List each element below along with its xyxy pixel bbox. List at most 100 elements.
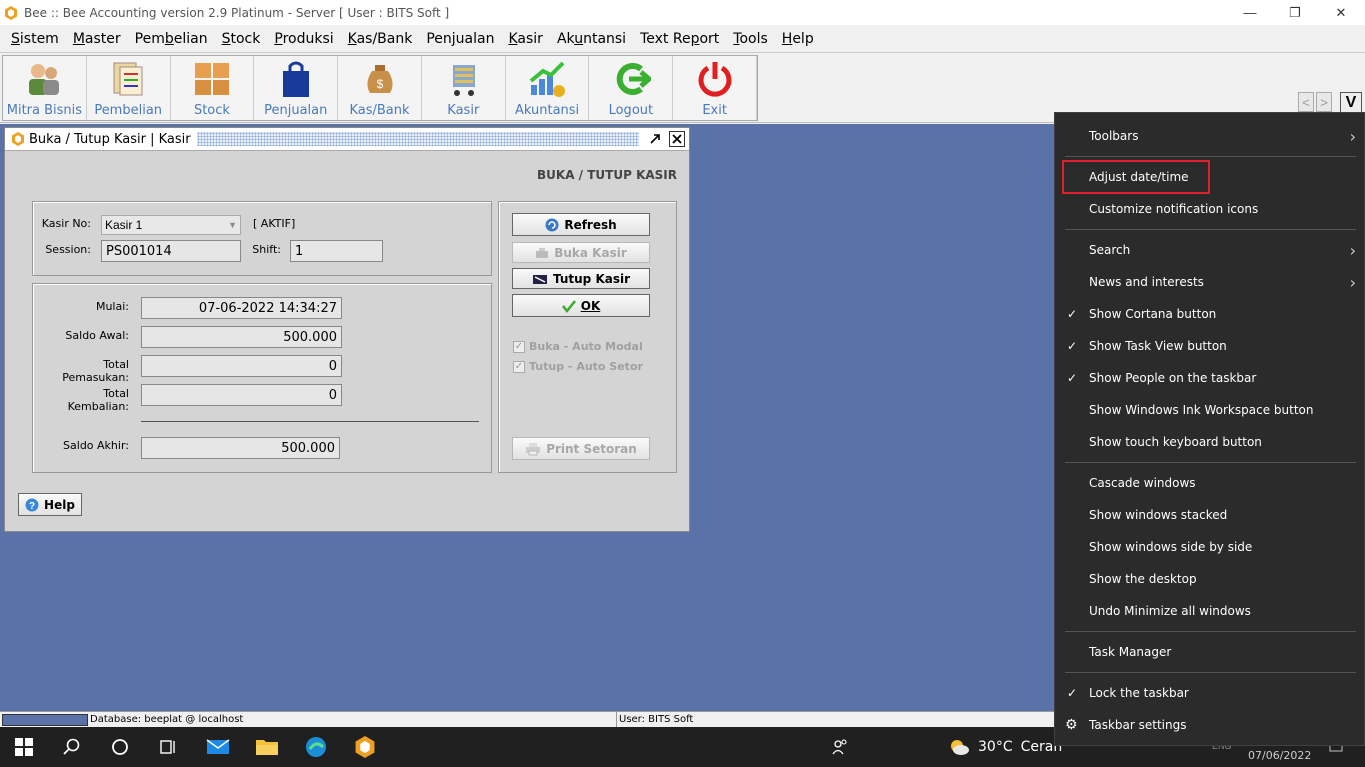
menu-item-8[interactable]: Akuntansi bbox=[550, 31, 633, 47]
menu-item-4[interactable]: Produksi bbox=[267, 31, 340, 47]
toolbar-button-mitra-bisnis[interactable]: Mitra Bisnis bbox=[3, 56, 87, 120]
context-item-show-windows-stacked[interactable]: Show windows stacked bbox=[1055, 499, 1365, 531]
context-item-task-manager[interactable]: Task Manager bbox=[1055, 636, 1365, 668]
total-pemasukan-field[interactable]: 0 bbox=[141, 355, 342, 377]
total-kembalian-field[interactable]: 0 bbox=[141, 384, 342, 406]
toolbar-button-pembelian[interactable]: Pembelian bbox=[87, 56, 171, 120]
menu-item-1[interactable]: Master bbox=[66, 31, 128, 47]
menu-item-0[interactable]: Sistem bbox=[4, 31, 66, 47]
chevron-right-icon: › bbox=[1349, 240, 1356, 260]
context-item-cascade-windows[interactable]: Cascade windows bbox=[1055, 467, 1365, 499]
tutup-kasir-button[interactable]: Tutup Kasir bbox=[512, 268, 650, 289]
total-pemasukan-label: Total Pemasukan: bbox=[62, 358, 129, 384]
saldo-akhir-field[interactable]: 500.000 bbox=[141, 437, 340, 459]
restore-button[interactable]: ❐ bbox=[1272, 0, 1318, 25]
menu-item-11[interactable]: Help bbox=[775, 31, 821, 47]
menu-item-text: tock bbox=[230, 30, 261, 47]
close-button[interactable]: ✕ bbox=[1318, 0, 1364, 25]
taskbar-date[interactable]: 07/06/2022 bbox=[1248, 749, 1311, 762]
check-icon: ✓ bbox=[1067, 339, 1078, 353]
toolbar-button-logout[interactable]: Logout bbox=[589, 56, 674, 120]
buka-kasir-button[interactable]: Buka Kasir bbox=[512, 242, 650, 263]
file-explorer-icon[interactable] bbox=[253, 733, 281, 761]
tutup-auto-setor-checkbox[interactable]: ✓ Tutup - Auto Setor bbox=[513, 360, 643, 373]
edge-browser-icon[interactable] bbox=[302, 733, 330, 761]
context-item-search[interactable]: Search › bbox=[1055, 234, 1365, 266]
toolbar-button-kasir[interactable]: Kasir bbox=[422, 56, 506, 120]
task-view-icon[interactable] bbox=[154, 733, 182, 761]
print-setoran-button[interactable]: Print Setoran bbox=[512, 437, 650, 460]
bee-taskbar-icon[interactable] bbox=[351, 733, 379, 761]
people-icon[interactable] bbox=[826, 733, 854, 761]
context-item-customize-notification-icons[interactable]: Customize notification icons bbox=[1055, 193, 1365, 225]
restore-down-icon[interactable] bbox=[647, 131, 663, 147]
buka-auto-modal-checkbox[interactable]: ✓ Buka - Auto Modal bbox=[513, 340, 643, 353]
context-item-show-people-on-the-taskbar[interactable]: ✓ Show People on the taskbar bbox=[1055, 362, 1365, 394]
status-progress bbox=[2, 714, 88, 726]
refresh-label: Refresh bbox=[564, 217, 617, 232]
tutup-auto-setor-label: Tutup - Auto Setor bbox=[529, 360, 643, 373]
windows-start-icon[interactable] bbox=[10, 733, 38, 761]
session-field[interactable]: PS001014 bbox=[101, 240, 241, 262]
context-item-show-windows-side-by-side[interactable]: Show windows side by side bbox=[1055, 531, 1365, 563]
context-item-label: Show the desktop bbox=[1089, 572, 1197, 586]
toolbar-button-label: Kasir bbox=[447, 103, 480, 118]
menu-item-6[interactable]: Penjualan bbox=[419, 31, 501, 47]
context-item-lock-the-taskbar[interactable]: ✓ Lock the taskbar bbox=[1055, 677, 1365, 709]
context-item-undo-minimize-all-windows[interactable]: Undo Minimize all windows bbox=[1055, 595, 1365, 627]
form-header: BUKA / TUTUP KASIR bbox=[537, 168, 677, 182]
toolbar-button-akuntansi[interactable]: Akuntansi bbox=[506, 56, 590, 120]
menu-item-10[interactable]: Tools bbox=[726, 31, 775, 47]
ok-button[interactable]: OK bbox=[512, 294, 650, 317]
toolbar-v-button[interactable]: V bbox=[1340, 92, 1362, 114]
context-item-taskbar-settings[interactable]: ⚙ Taskbar settings bbox=[1055, 709, 1365, 741]
help-button[interactable]: ? Help bbox=[18, 493, 82, 516]
context-item-show-windows-ink-workspace-button[interactable]: Show Windows Ink Workspace button bbox=[1055, 394, 1365, 426]
menu-separator bbox=[1065, 156, 1356, 157]
context-item-show-task-view-button[interactable]: ✓ Show Task View button bbox=[1055, 330, 1365, 362]
toolbar-prev-button[interactable]: < bbox=[1298, 92, 1314, 112]
menu-item-accel: b bbox=[164, 30, 174, 47]
shift-field[interactable]: 1 bbox=[290, 240, 383, 262]
menu-item-9[interactable]: Text Report bbox=[633, 31, 726, 47]
menu-item-text: elp bbox=[792, 30, 814, 47]
context-item-toolbars[interactable]: Toolbars › bbox=[1055, 120, 1365, 152]
context-item-adjust-date-time[interactable]: Adjust date/time bbox=[1055, 161, 1365, 193]
context-item-show-touch-keyboard-button[interactable]: Show touch keyboard button bbox=[1055, 426, 1365, 458]
mail-icon[interactable] bbox=[204, 733, 232, 761]
menu-item-text: asir bbox=[517, 30, 543, 47]
cortana-icon[interactable] bbox=[106, 733, 134, 761]
menu-item-3[interactable]: Stock bbox=[215, 31, 268, 47]
toolbar-button-stock[interactable]: Stock bbox=[171, 56, 255, 120]
weather-widget[interactable]: 30°C Cerah bbox=[948, 727, 1062, 767]
menu-item-2[interactable]: Pembelian bbox=[128, 31, 215, 47]
context-item-news-and-interests[interactable]: News and interests › bbox=[1055, 266, 1365, 298]
saldo-awal-field[interactable]: 500.000 bbox=[141, 326, 342, 348]
toolbar-button-penjualan[interactable]: Penjualan bbox=[254, 56, 339, 120]
minimize-button[interactable]: — bbox=[1227, 0, 1273, 25]
search-icon[interactable] bbox=[58, 733, 86, 761]
kasir-no-select[interactable]: Kasir 1 ▼ bbox=[101, 215, 241, 235]
check-icon: ✓ bbox=[1067, 307, 1078, 321]
context-item-label: Undo Minimize all windows bbox=[1089, 604, 1251, 618]
menu-item-5[interactable]: Kas/Bank bbox=[341, 31, 420, 47]
context-item-show-cortana-button[interactable]: ✓ Show Cortana button bbox=[1055, 298, 1365, 330]
kasir-no-value: Kasir 1 bbox=[105, 218, 143, 232]
context-item-show-the-desktop[interactable]: Show the desktop bbox=[1055, 563, 1365, 595]
people-icon bbox=[22, 57, 66, 101]
mulai-field[interactable]: 07-06-2022 14:34:27 bbox=[141, 297, 342, 319]
toolbar-next-button[interactable]: > bbox=[1316, 92, 1332, 112]
child-close-icon[interactable] bbox=[669, 131, 685, 147]
child-window-title: Buka / Tutup Kasir | Kasir bbox=[29, 131, 191, 147]
menu-item-7[interactable]: Kasir bbox=[501, 31, 549, 47]
toolbar-button-kas-bank[interactable]: $ Kas/Bank bbox=[338, 56, 422, 120]
status-separator bbox=[616, 712, 617, 728]
menu-item-text: ntansi bbox=[583, 30, 627, 47]
context-item-label: Lock the taskbar bbox=[1089, 686, 1189, 700]
menu-separator bbox=[1065, 672, 1356, 673]
refresh-button[interactable]: Refresh bbox=[512, 213, 650, 236]
chevron-right-icon: › bbox=[1349, 126, 1356, 146]
context-item-label: Show windows stacked bbox=[1089, 508, 1228, 522]
toolbar-button-label: Logout bbox=[608, 103, 654, 118]
toolbar-button-exit[interactable]: Exit bbox=[673, 56, 758, 120]
